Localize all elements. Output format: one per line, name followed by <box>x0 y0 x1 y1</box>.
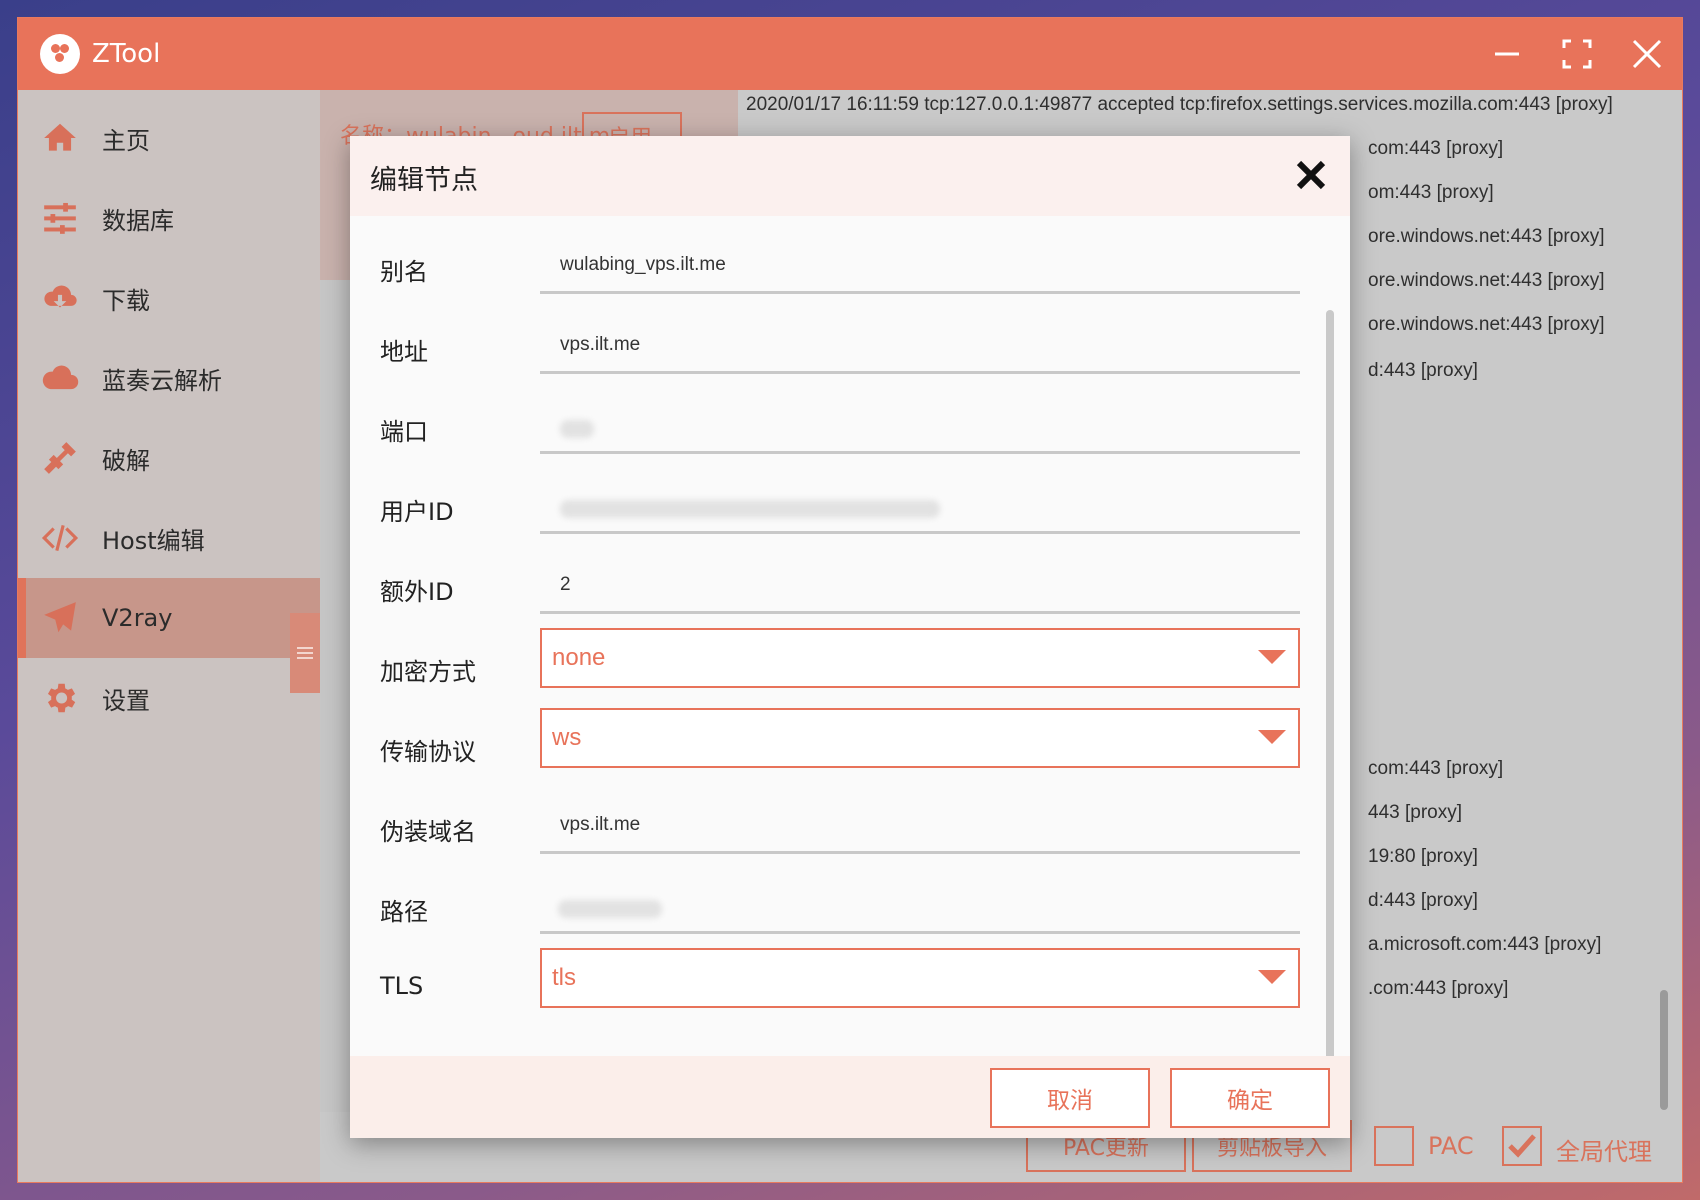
sidebar-item-label: 数据库 <box>102 206 174 235</box>
minimize-button[interactable] <box>1472 18 1542 90</box>
field-address: 地址 <box>350 308 1350 388</box>
cancel-button[interactable]: 取消 <box>990 1068 1150 1128</box>
dialog-scrollbar[interactable] <box>1326 310 1334 1120</box>
log-line: 443 [proxy] <box>1368 802 1462 823</box>
field-label: 加密方式 <box>380 658 476 686</box>
maximize-button[interactable] <box>1542 18 1612 90</box>
log-line: ore.windows.net:443 [proxy] <box>1368 226 1605 247</box>
log-line: com:443 [proxy] <box>1368 138 1504 159</box>
paper-plane-icon <box>40 598 80 638</box>
field-path: 路径 <box>350 868 1350 948</box>
field-user-id: 用户ID <box>350 468 1350 548</box>
redacted-value <box>558 900 662 918</box>
field-label: 传输协议 <box>380 738 476 766</box>
sidebar-item-host[interactable]: Host编辑 <box>18 498 320 578</box>
log-line: com:443 [proxy] <box>1368 758 1504 779</box>
field-alias: 别名 <box>350 228 1350 308</box>
close-button[interactable] <box>1612 18 1682 90</box>
select-value: tls <box>552 964 576 991</box>
log-line: d:443 [proxy] <box>1368 360 1478 381</box>
dialog-close-button[interactable] <box>1294 158 1328 192</box>
sidebar-item-label: Host编辑 <box>102 526 205 555</box>
sidebar-item-label: 设置 <box>102 686 150 715</box>
global-proxy-checkbox[interactable] <box>1502 1126 1542 1166</box>
dialog-title: 编辑节点 <box>370 165 478 196</box>
field-tls: TLS tls <box>350 948 1350 1028</box>
field-label: 伪装域名 <box>380 818 476 846</box>
field-label: 地址 <box>380 338 428 366</box>
log-line: om:443 [proxy] <box>1368 182 1494 203</box>
edit-node-dialog: 编辑节点 别名 地址 端口 用户ID 额外ID 加密方式 <box>350 136 1350 1138</box>
sidebar-item-v2ray[interactable]: V2ray <box>18 578 320 658</box>
redacted-value <box>560 420 594 438</box>
check-icon <box>1508 1134 1536 1158</box>
field-label: 额外ID <box>380 578 454 606</box>
sidebar: 主页 数据库 下载 蓝奏云解析 破解 Host编辑 V2ray 设置 <box>18 90 320 1182</box>
redacted-value <box>560 500 940 518</box>
log-line: a.microsoft.com:443 [proxy] <box>1368 934 1602 955</box>
pac-label: PAC <box>1428 1132 1474 1160</box>
log-line: d:443 [proxy] <box>1368 890 1478 911</box>
field-label: 端口 <box>380 418 428 446</box>
sidebar-item-database[interactable]: 数据库 <box>18 178 320 258</box>
sidebar-item-lanzou[interactable]: 蓝奏云解析 <box>18 338 320 418</box>
caret-down-icon <box>1258 730 1286 744</box>
field-security: 加密方式 none <box>350 628 1350 708</box>
home-icon <box>40 118 80 158</box>
port-input[interactable] <box>540 388 1300 454</box>
cloud-icon <box>40 358 80 398</box>
cloud-download-icon <box>40 278 80 318</box>
gear-icon <box>40 678 80 718</box>
field-host: 伪装域名 <box>350 788 1350 868</box>
sidebar-item-settings[interactable]: 设置 <box>18 658 320 738</box>
network-select[interactable]: ws <box>540 708 1300 768</box>
log-line: .com:443 [proxy] <box>1368 978 1509 999</box>
sidebar-item-home[interactable]: 主页 <box>18 98 320 178</box>
app-logo-icon <box>40 34 80 74</box>
field-network: 传输协议 ws <box>350 708 1350 788</box>
select-value: ws <box>552 724 582 751</box>
caret-down-icon <box>1258 650 1286 664</box>
close-icon <box>1296 160 1326 190</box>
tls-select[interactable]: tls <box>540 948 1300 1008</box>
log-line: 2020/01/17 16:11:59 tcp:127.0.0.1:49877 … <box>746 94 1613 115</box>
field-label: TLS <box>380 972 424 1000</box>
title-bar[interactable]: ZTool <box>18 18 1682 90</box>
field-label: 路径 <box>380 898 428 926</box>
sidebar-item-label: 主页 <box>102 126 150 155</box>
sidebar-item-label: 蓝奏云解析 <box>102 366 222 395</box>
code-icon <box>40 518 80 558</box>
sidebar-item-crack[interactable]: 破解 <box>18 418 320 498</box>
plug-icon <box>40 438 80 478</box>
sidebar-item-label: 破解 <box>102 446 150 475</box>
caret-down-icon <box>1258 970 1286 984</box>
alias-input[interactable] <box>540 228 1300 294</box>
host-input[interactable] <box>540 788 1300 854</box>
sidebar-item-label: 下载 <box>102 286 150 315</box>
select-value: none <box>552 644 606 671</box>
collapse-handle-icon[interactable] <box>290 613 320 693</box>
field-label: 用户ID <box>380 498 454 526</box>
dialog-body: 别名 地址 端口 用户ID 额外ID 加密方式 none <box>350 216 1350 1120</box>
log-line: ore.windows.net:443 [proxy] <box>1368 314 1605 335</box>
address-input[interactable] <box>540 308 1300 374</box>
field-alter-id: 额外ID <box>350 548 1350 628</box>
field-label: 别名 <box>380 258 428 286</box>
log-line: ore.windows.net:443 [proxy] <box>1368 270 1605 291</box>
sidebar-item-download[interactable]: 下载 <box>18 258 320 338</box>
log-scrollbar[interactable] <box>1660 990 1668 1110</box>
field-port: 端口 <box>350 388 1350 468</box>
dialog-header: 编辑节点 <box>350 136 1350 216</box>
pac-checkbox[interactable] <box>1374 1126 1414 1166</box>
dialog-footer: 取消 确定 <box>350 1056 1350 1138</box>
log-line: 19:80 [proxy] <box>1368 846 1478 867</box>
alter-id-input[interactable] <box>540 548 1300 614</box>
app-title: ZTool <box>92 39 161 69</box>
sliders-icon <box>40 198 80 238</box>
global-proxy-label: 全局代理 <box>1556 1138 1652 1166</box>
security-select[interactable]: none <box>540 628 1300 688</box>
sidebar-item-label: V2ray <box>102 604 173 632</box>
confirm-button[interactable]: 确定 <box>1170 1068 1330 1128</box>
